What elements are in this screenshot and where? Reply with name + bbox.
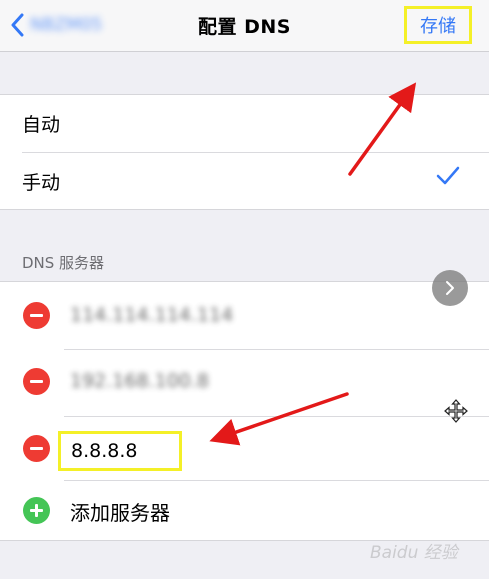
option-auto-label: 自动 xyxy=(22,114,61,136)
navigation-bar: NBZM05 配置 DNS 存储 xyxy=(0,0,489,52)
mode-group: 自动 手动 xyxy=(0,94,489,210)
option-manual[interactable]: 手动 xyxy=(0,153,489,210)
move-cursor-icon xyxy=(444,399,468,423)
server-address[interactable]: 192.168.100.8 xyxy=(70,370,209,392)
option-manual-label: 手动 xyxy=(22,172,61,194)
dns-servers-header: DNS 服务器 xyxy=(22,254,105,272)
add-server-button[interactable] xyxy=(23,497,50,524)
watermark: Baidu 经验 xyxy=(370,543,458,563)
server-address[interactable]: 114.114.114.114 xyxy=(70,304,233,326)
option-auto[interactable]: 自动 xyxy=(0,95,489,152)
save-button[interactable]: 存储 xyxy=(404,6,472,44)
delete-server-button[interactable] xyxy=(23,368,50,395)
delete-server-button[interactable] xyxy=(23,435,50,462)
delete-server-button[interactable] xyxy=(23,302,50,329)
add-server-label[interactable]: 添加服务器 xyxy=(70,497,170,526)
server-address-input[interactable]: 8.8.8.8 xyxy=(58,431,182,471)
assistive-touch-button[interactable] xyxy=(432,270,468,306)
checkmark-icon xyxy=(436,166,460,185)
chevron-right-icon xyxy=(446,281,454,295)
